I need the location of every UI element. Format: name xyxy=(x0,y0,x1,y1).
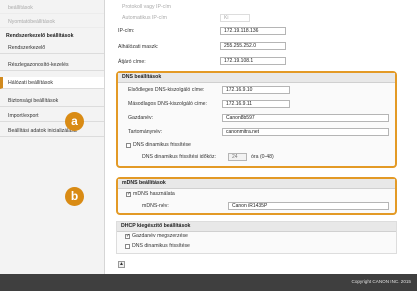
dns-section: DNS beállítások Elsődleges DNS-kiszolgál… xyxy=(116,71,397,168)
gateway-input[interactable]: 172.19.108.1 xyxy=(220,57,286,65)
domain-input[interactable]: canonmitra.net xyxy=(222,128,389,136)
mdns-section-title: mDNS beállítások xyxy=(118,179,395,189)
sidebar-item-security[interactable]: Biztonsági beállítások xyxy=(0,95,104,107)
sidebar: beállítások Nyomtatóbeállítások Rendszer… xyxy=(0,0,105,274)
mdns-use-label: mDNS használata xyxy=(133,191,175,197)
protocol-label: Protokoll vagy IP-cím xyxy=(122,4,172,10)
interval-input[interactable]: 24 xyxy=(228,153,247,161)
dhcp-dns-update-label: DNS dinamikus frissítése xyxy=(132,243,190,249)
primary-dns-label: Elsődleges DNS-kiszolgáló címe: xyxy=(128,87,205,93)
interval-label: DNS dinamikus frissítési időköz: xyxy=(142,154,217,160)
interval-unit: óra (0-48) xyxy=(251,154,274,160)
sidebar-item-dept-id[interactable]: Részlegazonosító-kezelés xyxy=(0,59,104,71)
callout-marker-a: a xyxy=(65,112,84,131)
dhcp-hostname-label: Gazdanév megszerzése xyxy=(132,233,188,239)
mdns-name-input[interactable]: Canon iR1435P xyxy=(228,202,389,210)
sidebar-item-init[interactable]: Beállítási adatok inicializálása xyxy=(0,125,104,137)
dns-section-title: DNS beállítások xyxy=(118,73,395,83)
callout-marker-b: b xyxy=(65,187,84,206)
sidebar-header-admin: Rendszerkezelő beállítások xyxy=(6,33,74,39)
dhcp-dns-update-checkbox[interactable] xyxy=(125,244,130,249)
dns-dynamic-update-label: DNS dinamikus frissítése xyxy=(133,142,191,148)
dns-dynamic-update-checkbox[interactable] xyxy=(126,143,131,148)
subnet-label: Alhálózati maszk: xyxy=(118,44,159,50)
domain-label: Tartománynév: xyxy=(128,129,163,135)
auto-ip-label: Automatikus IP-cím xyxy=(122,15,167,21)
sidebar-item-network[interactable]: Hálózati beállítások xyxy=(0,77,104,89)
footer: Copyright CANON INC. 2015 xyxy=(0,274,417,291)
hostname-label: Gazdanév: xyxy=(128,115,154,121)
primary-dns-input[interactable]: 172.16.9.10 xyxy=(222,86,290,94)
auto-ip-select[interactable]: Ki xyxy=(220,14,250,22)
dhcp-section-title: DHCP kiegészítő beállítások xyxy=(117,222,396,232)
ip-label: IP-cím: xyxy=(118,28,135,34)
ip-input[interactable]: 172.19.118.136 xyxy=(220,27,286,35)
subnet-input[interactable]: 255.255.252.0 xyxy=(220,42,286,50)
main-panel: Protokoll vagy IP-cím Automatikus IP-cím… xyxy=(65,0,417,274)
mdns-section: mDNS beállítások mDNS használata mDNS-né… xyxy=(116,177,397,215)
dhcp-section: DHCP kiegészítő beállítások Gazdanév meg… xyxy=(116,221,397,254)
dhcp-hostname-checkbox[interactable] xyxy=(125,233,130,239)
sidebar-item-admin[interactable]: Rendszerkezelő xyxy=(0,42,104,54)
mdns-name-label: mDNS-név: xyxy=(142,203,169,209)
secondary-dns-input[interactable]: 172.16.9.11 xyxy=(222,100,290,108)
sidebar-item-printer-settings[interactable]: Nyomtatóbeállítások xyxy=(0,16,104,28)
hostname-input[interactable]: Canon8b597 xyxy=(222,114,389,122)
mdns-use-checkbox[interactable] xyxy=(126,191,131,197)
sidebar-item-import-export[interactable]: Import/export xyxy=(0,110,104,122)
secondary-dns-label: Másodlagos DNS-kiszolgáló címe: xyxy=(128,101,207,107)
copyright-text: Copyright CANON INC. 2015 xyxy=(351,279,412,284)
page-top-icon[interactable]: ▲ xyxy=(118,261,125,268)
gateway-label: Átjáró címe: xyxy=(118,59,146,65)
sidebar-item-settings[interactable]: beállítások xyxy=(0,2,104,14)
